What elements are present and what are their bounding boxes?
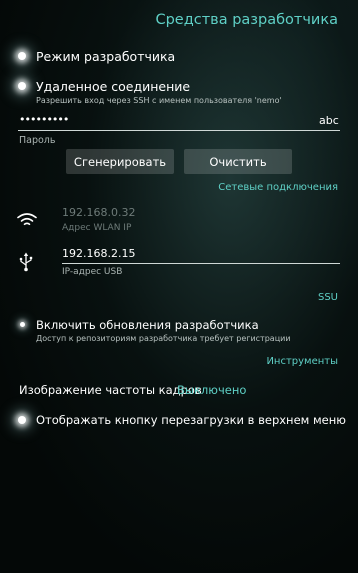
password-underline <box>18 130 340 131</box>
ssu-link[interactable]: SSU <box>318 292 338 303</box>
wifi-icon <box>17 213 37 226</box>
remote-connection-label: Удаленное соединение <box>36 79 191 94</box>
switch-indicator-icon <box>18 52 26 60</box>
usb-ip-label: IP-адрес USB <box>62 267 123 277</box>
developer-updates-description: Доступ к репозиториям разработчика требу… <box>36 334 291 343</box>
usb-icon <box>19 252 33 272</box>
page-title: Средства разработчика <box>155 12 338 28</box>
usb-ip-underline <box>62 263 340 264</box>
remote-connection-description: Разрешить вход через SSH с именем пользо… <box>36 96 282 105</box>
developer-tools-screen: Средства разработчика Режим разработчика… <box>0 0 358 573</box>
wlan-ip-label: Адрес WLAN IP <box>62 223 132 233</box>
usb-ip-value: 192.168.2.15 <box>62 247 136 260</box>
reboot-button-label: Отображать кнопку перезагрузки в верхнем… <box>36 413 346 427</box>
password-label: Пароль <box>19 135 56 146</box>
wlan-ip-value: 192.168.0.32 <box>62 206 136 219</box>
frame-rate-label: Изображение частоты кадров <box>19 383 202 397</box>
developer-updates-label: Включить обновления разработчика <box>36 318 259 332</box>
tools-link[interactable]: Инструменты <box>266 356 338 367</box>
keyboard-mode-hint: abc <box>319 114 339 127</box>
developer-mode-label: Режим разработчика <box>36 49 176 64</box>
clear-button[interactable]: Очистить <box>184 149 292 174</box>
switch-indicator-icon <box>18 416 26 424</box>
frame-rate-value: Выключено <box>177 383 247 397</box>
switch-indicator-icon <box>18 82 26 90</box>
switch-indicator-icon <box>20 322 25 327</box>
password-value: ••••••••• <box>19 113 69 126</box>
generate-button[interactable]: Сгенерировать <box>66 149 174 174</box>
network-connections-link[interactable]: Сетевые подключения <box>218 182 338 193</box>
